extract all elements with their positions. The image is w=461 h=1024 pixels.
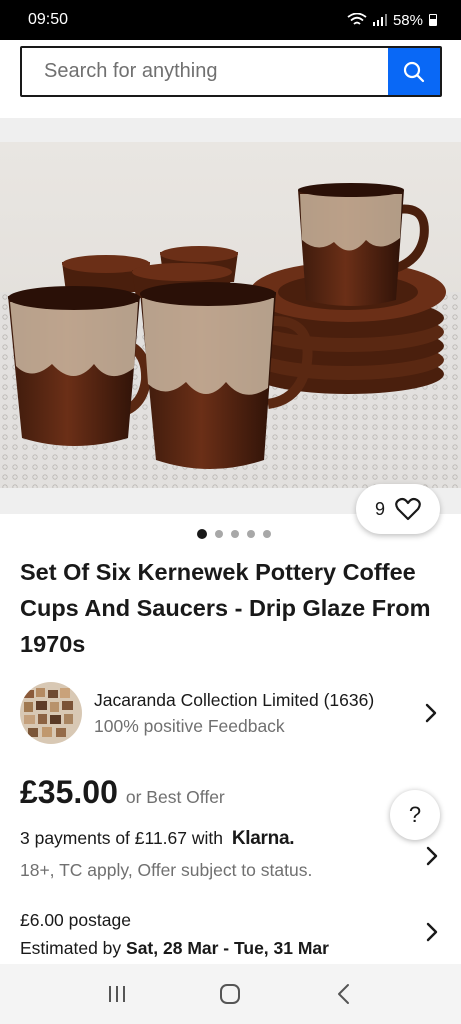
- image-carousel-dots: [0, 529, 461, 539]
- klarna-terms: 18+, TC apply, Offer subject to status.: [20, 860, 313, 880]
- seller-row[interactable]: Jacaranda Collection Limited (1636) 100%…: [20, 682, 441, 744]
- carousel-dot[interactable]: [262, 530, 271, 538]
- status-icons: 58%: [347, 12, 437, 29]
- wifi-icon: [347, 13, 367, 25]
- home-icon[interactable]: [210, 974, 250, 1014]
- carousel-dot[interactable]: [214, 530, 223, 538]
- carousel-dot[interactable]: [246, 530, 255, 538]
- seller-avatar: [20, 682, 82, 744]
- carousel-dot[interactable]: [230, 530, 239, 538]
- product-image[interactable]: [0, 142, 461, 488]
- chevron-right-icon[interactable]: [422, 922, 442, 942]
- back-icon[interactable]: [324, 974, 364, 1014]
- postage-info[interactable]: £6.00 postage Estimated by Sat, 28 Mar -…: [20, 906, 329, 962]
- estimated-label: Estimated by: [20, 938, 122, 958]
- carousel-dot[interactable]: [196, 529, 207, 539]
- watch-count: 9: [374, 498, 385, 519]
- search-bar: [20, 46, 442, 97]
- listing-title: Set Of Six Kernewek Pottery Coffee Cups …: [20, 559, 431, 657]
- best-offer-label: or Best Offer: [125, 787, 225, 807]
- search-button[interactable]: [388, 48, 440, 95]
- battery-percent: 58%: [392, 11, 423, 29]
- signal-icon: [372, 14, 387, 26]
- battery-icon: [429, 14, 437, 26]
- price: £35.00: [20, 774, 118, 810]
- search-icon: [403, 61, 425, 82]
- recent-apps-icon[interactable]: [97, 974, 137, 1014]
- price-row: £35.00 or Best Offer: [20, 774, 225, 811]
- search-input[interactable]: [22, 48, 388, 95]
- seller-name: Jacaranda Collection Limited (1636): [94, 690, 375, 710]
- spacer: [0, 118, 461, 142]
- search-header: [0, 40, 461, 118]
- delivery-estimate: Estimated by Sat, 28 Mar - Tue, 31 Mar: [20, 934, 329, 962]
- klarna-logo: Klarna.: [231, 828, 295, 849]
- chevron-right-icon: [425, 703, 437, 723]
- system-nav-bar: [0, 964, 461, 1024]
- klarna-payments[interactable]: 3 payments of £11.67 with Klarna.: [20, 828, 441, 850]
- delivery-dates: Sat, 28 Mar - Tue, 31 Mar: [126, 938, 329, 958]
- chevron-right-icon[interactable]: [422, 846, 442, 866]
- watch-button[interactable]: 9: [356, 484, 440, 534]
- status-time: 09:50: [28, 11, 69, 28]
- product-photo-illustration: [0, 142, 461, 488]
- status-bar: 09:50 58%: [0, 0, 461, 40]
- heart-icon: [395, 497, 421, 521]
- postage-cost: £6.00 postage: [20, 910, 131, 930]
- klarna-payments-text: 3 payments of £11.67 with: [20, 828, 223, 848]
- seller-feedback: 100% positive Feedback: [94, 716, 285, 736]
- seller-info: Jacaranda Collection Limited (1636) 100%…: [94, 687, 421, 739]
